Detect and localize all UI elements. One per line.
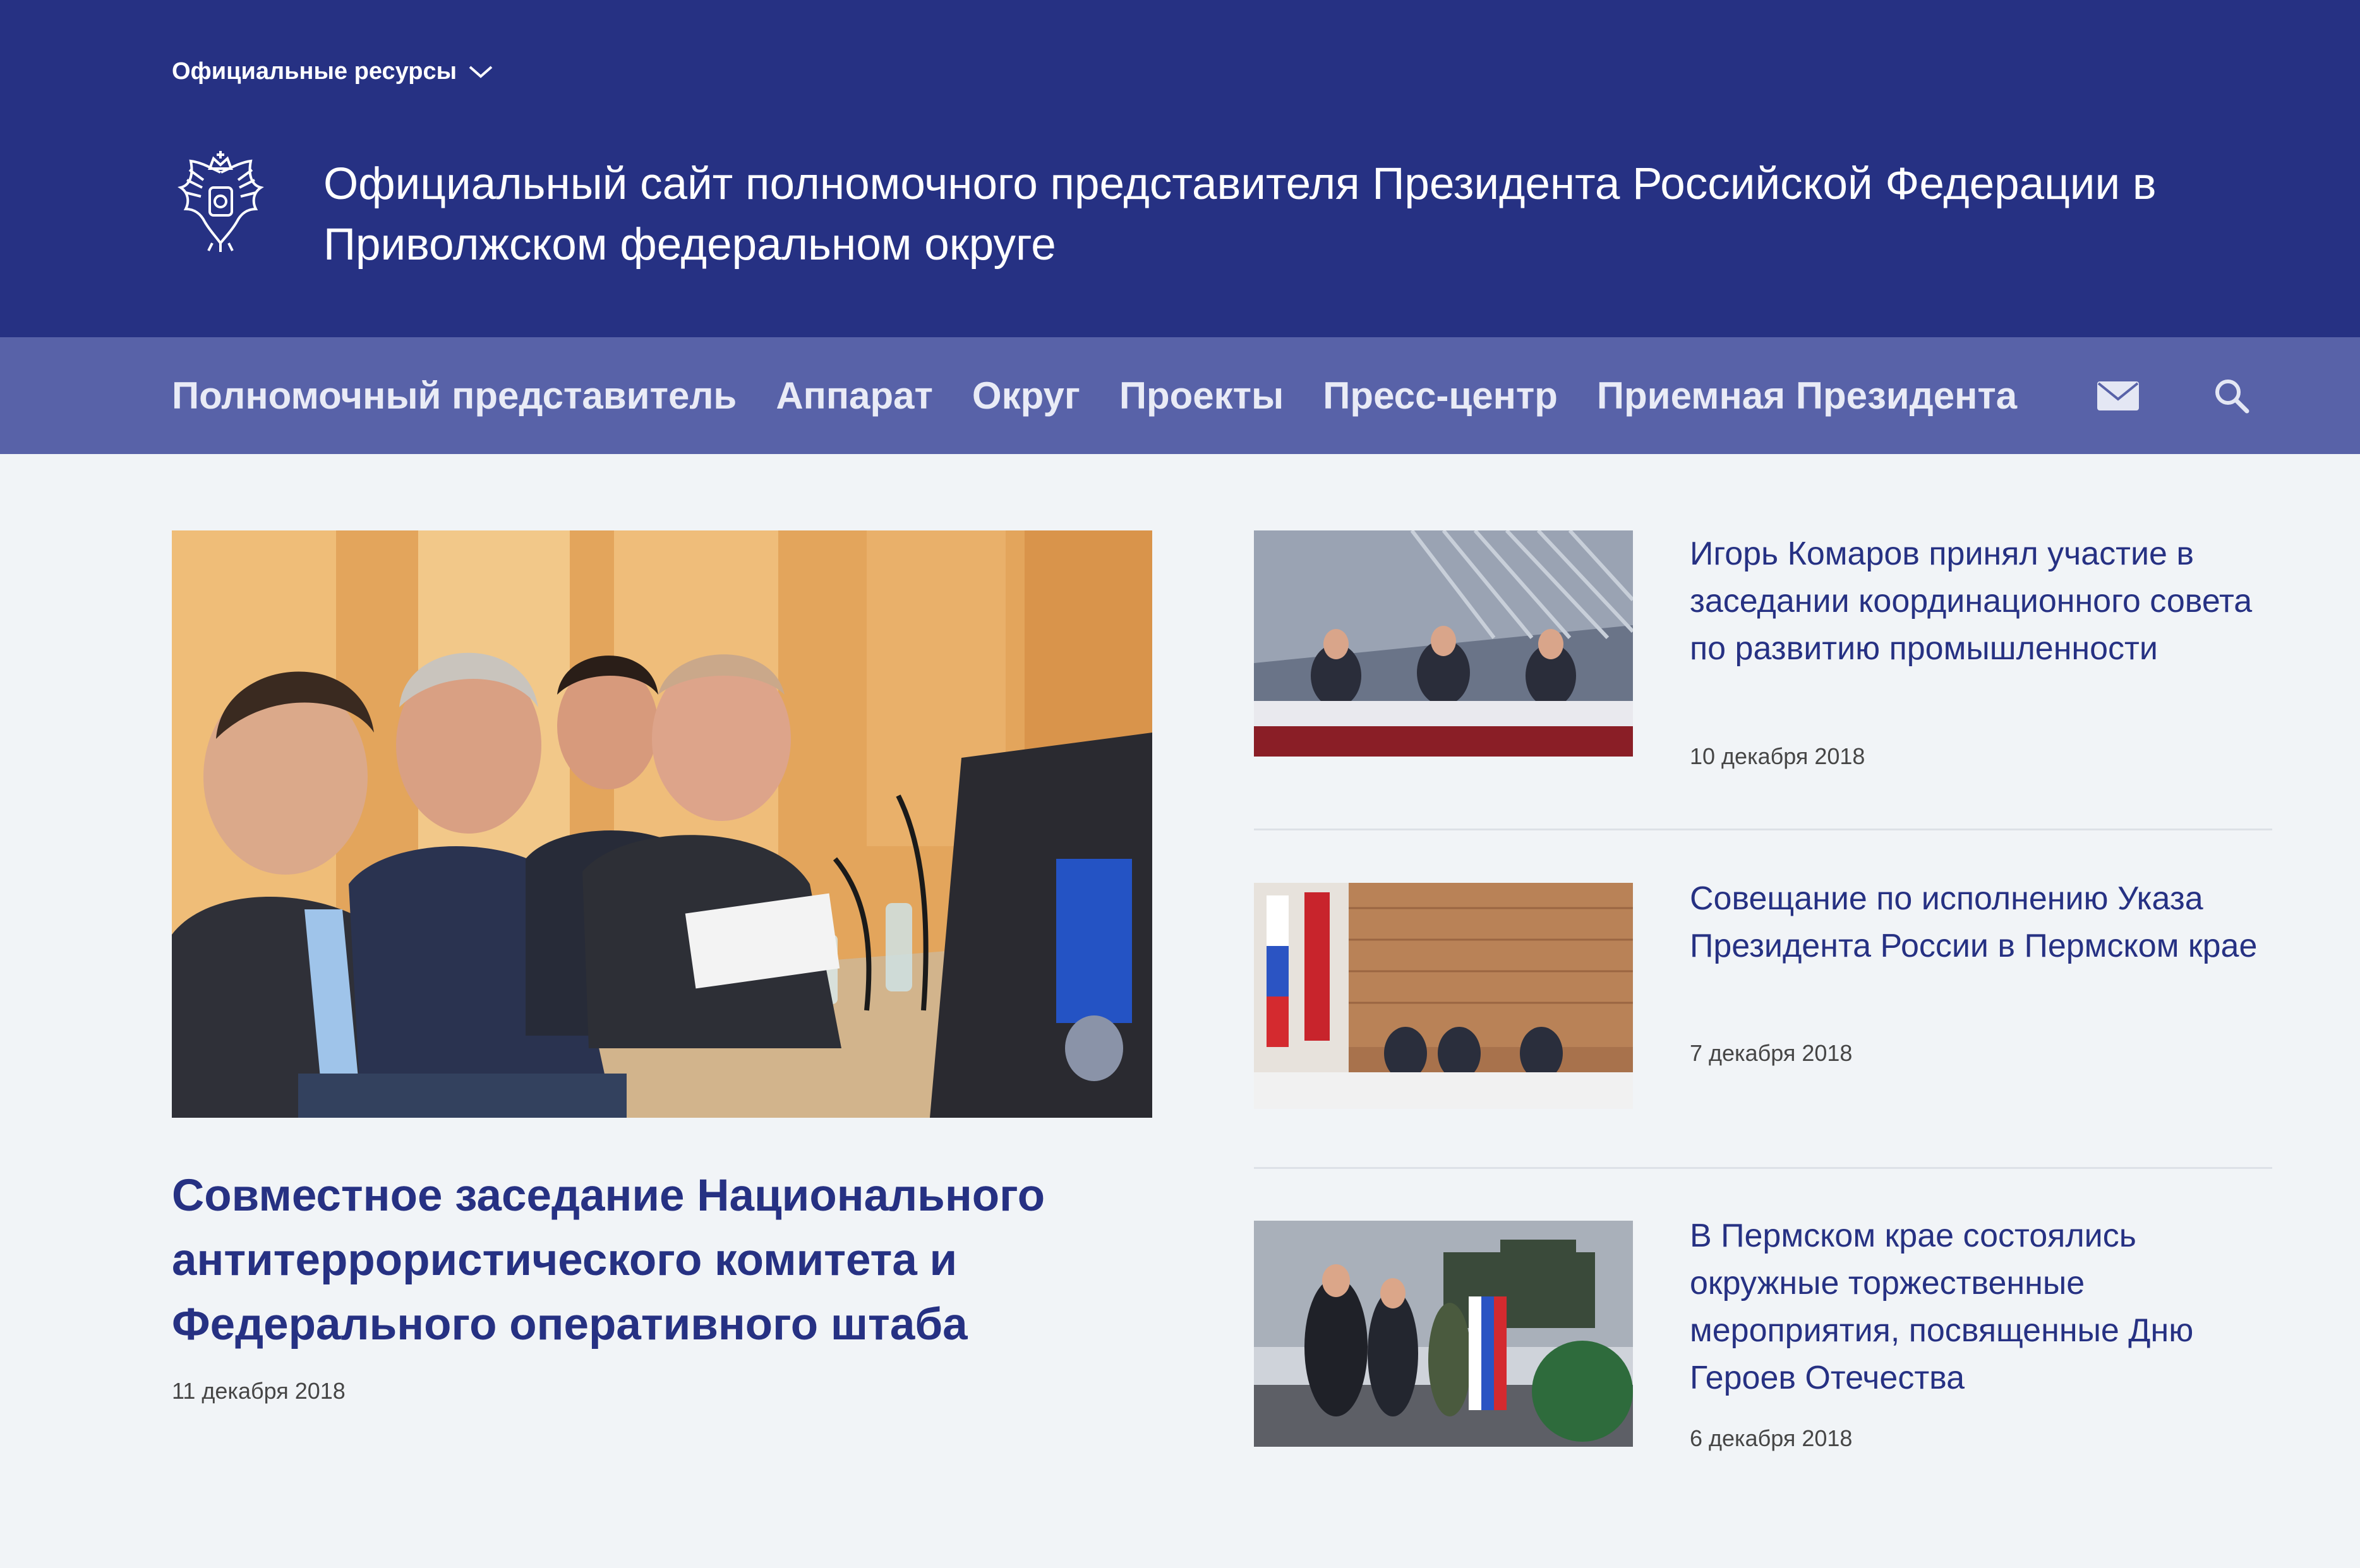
mail-icon xyxy=(2097,381,2139,410)
featured-news-image[interactable] xyxy=(172,530,1152,1118)
news-2-image[interactable] xyxy=(1254,883,1633,1109)
news-divider xyxy=(1254,1167,2272,1169)
nav-item-president-reception[interactable]: Приемная Президента xyxy=(1597,374,2017,417)
news-1-date: 10 декабря 2018 xyxy=(1690,743,1865,769)
search-icon xyxy=(2215,380,2249,414)
news-1-image[interactable] xyxy=(1254,530,1633,757)
chevron-down-icon xyxy=(469,66,493,78)
site-header: Официальные ресурсы Официальный сайт пол… xyxy=(0,0,2360,337)
official-resources-dropdown[interactable]: Официальные ресурсы xyxy=(172,58,493,85)
main-nav: Полномочный представитель Аппарат Округ … xyxy=(0,337,2360,454)
mail-button[interactable] xyxy=(2097,375,2139,417)
nav-item-staff[interactable]: Аппарат xyxy=(776,374,933,417)
news-1-title[interactable]: Игорь Комаров принял участие в заседании… xyxy=(1690,530,2258,673)
news-divider xyxy=(1254,829,2272,830)
official-resources-label: Официальные ресурсы xyxy=(172,58,457,85)
nav-item-press-center[interactable]: Пресс-центр xyxy=(1323,374,1558,417)
nav-item-projects[interactable]: Проекты xyxy=(1119,374,1284,417)
nav-item-district[interactable]: Округ xyxy=(972,374,1080,417)
featured-news-title[interactable]: Совместное заседание Национального антит… xyxy=(172,1164,1157,1357)
news-3-date: 6 декабря 2018 xyxy=(1690,1425,1853,1451)
news-3-title[interactable]: В Пермском крае состоялись окружные торж… xyxy=(1690,1212,2258,1402)
news-3-image[interactable] xyxy=(1254,1221,1633,1447)
featured-news-date: 11 декабря 2018 xyxy=(172,1378,346,1404)
news-2-title[interactable]: Совещание по исполнению Указа Президента… xyxy=(1690,875,2258,970)
coat-of-arms-icon[interactable] xyxy=(172,148,270,253)
nav-item-envoy[interactable]: Полномочный представитель xyxy=(172,374,737,417)
site-title: Официальный сайт полномочного представит… xyxy=(323,159,2157,270)
news-2-date: 7 декабря 2018 xyxy=(1690,1040,1853,1066)
search-button[interactable] xyxy=(2211,375,2253,417)
